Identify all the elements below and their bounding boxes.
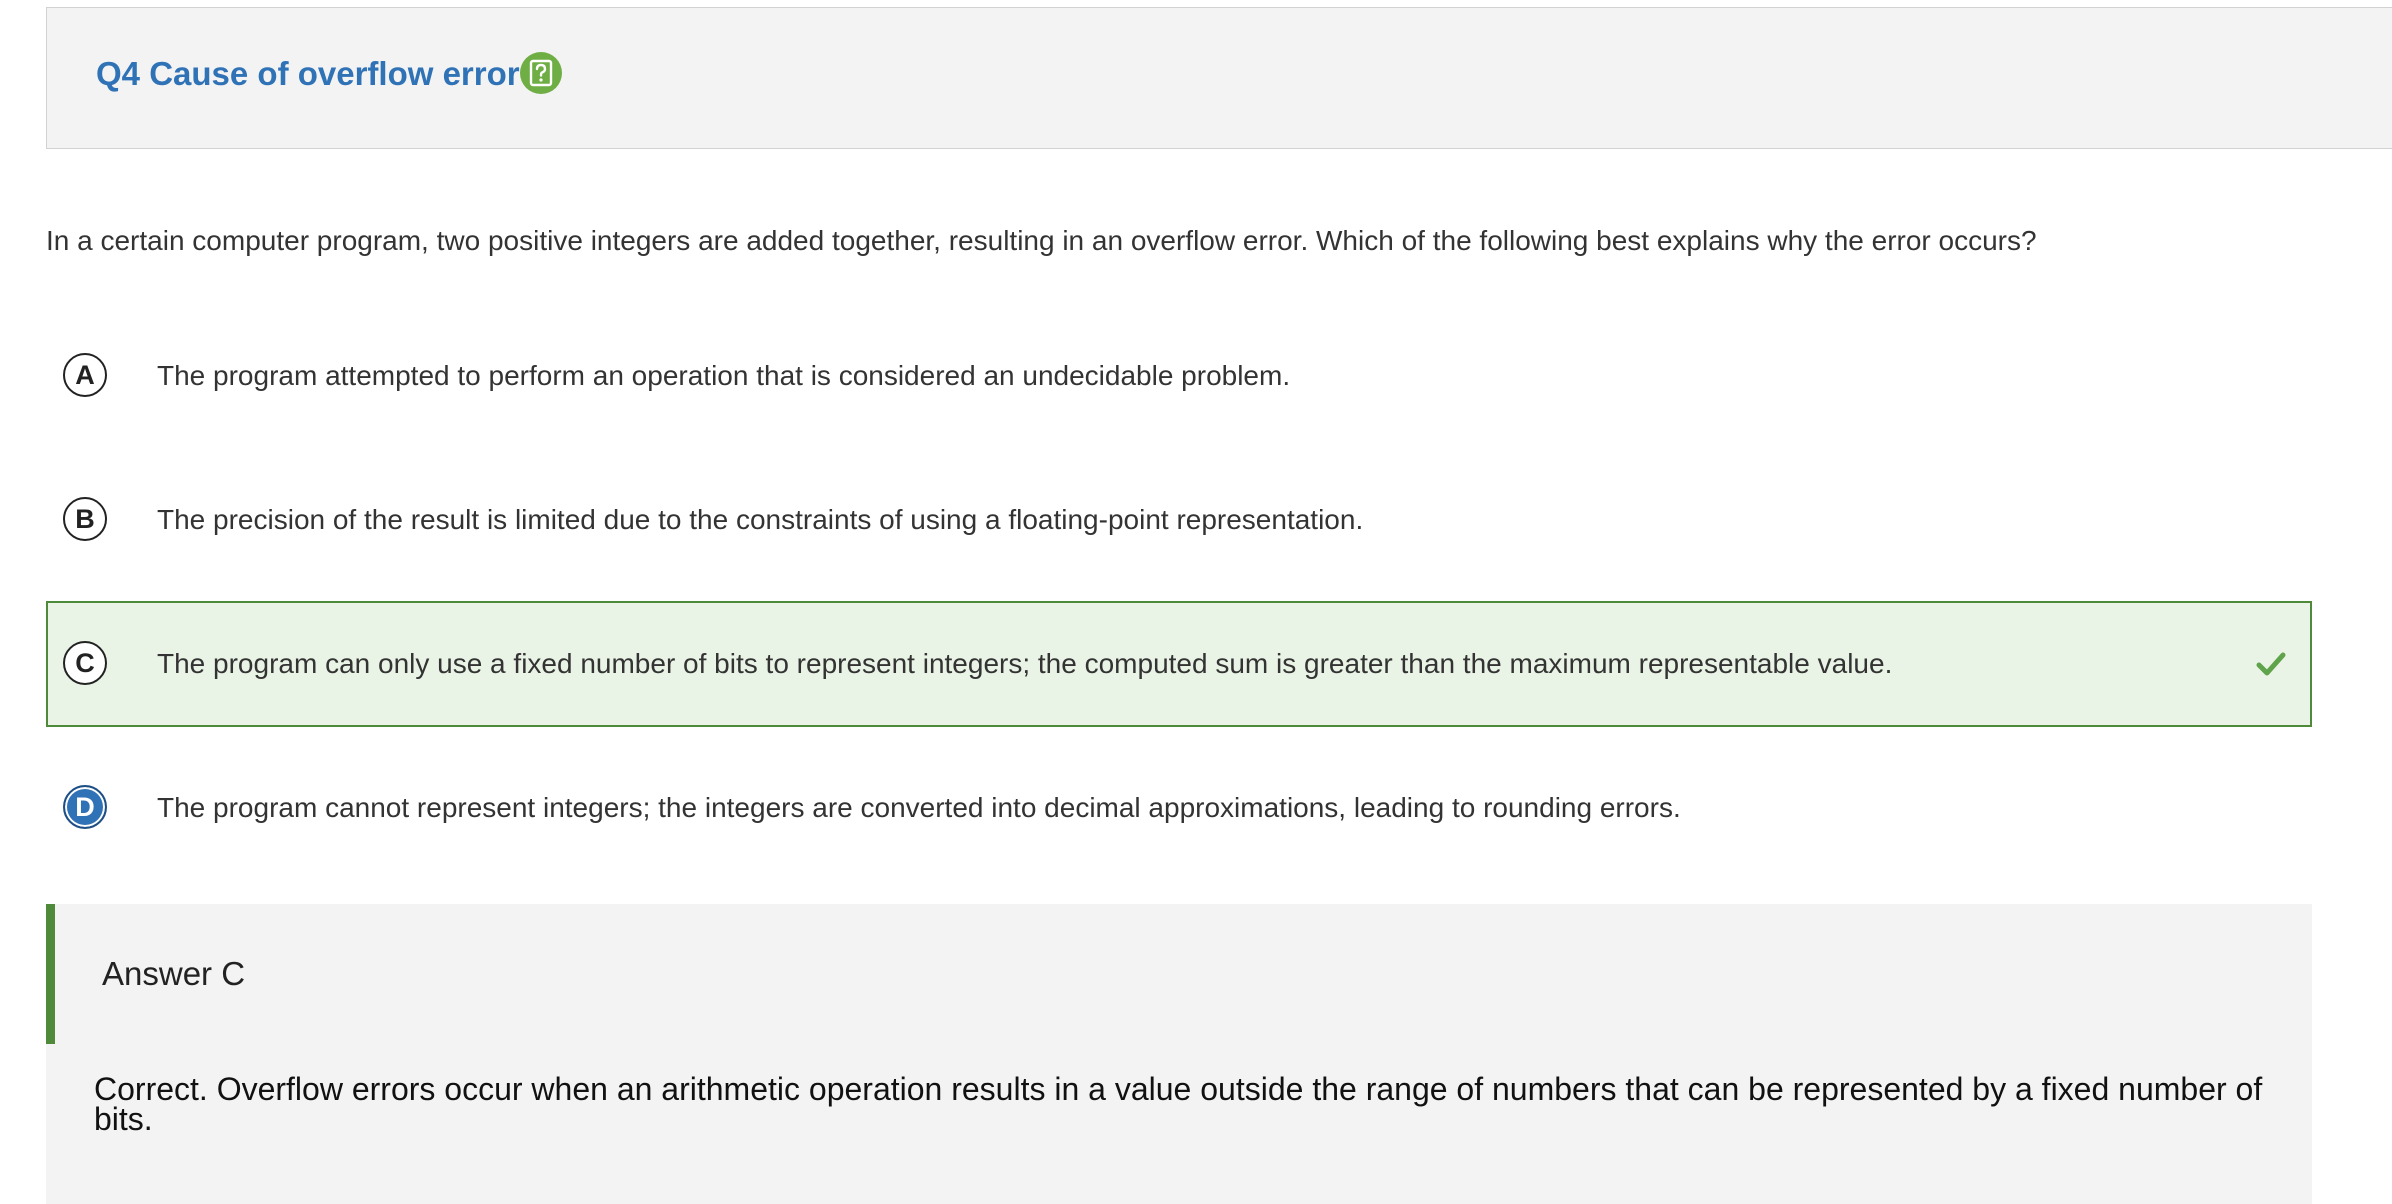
option-text-d: The program cannot represent integers; t…: [157, 792, 1681, 823]
answer-accent-bar: [46, 904, 55, 1044]
option-text-c: The program can only use a fixed number …: [157, 648, 1893, 679]
option-d[interactable]: D The program cannot represent integers;…: [46, 745, 2312, 871]
option-text-a: The program attempted to perform an oper…: [157, 360, 1291, 391]
option-letter-a[interactable]: A: [63, 353, 107, 397]
option-c[interactable]: C The program can only use a fixed numbe…: [46, 601, 2312, 727]
answer-label: Answer C: [102, 955, 246, 992]
option-text-b: The precision of the result is limited d…: [157, 504, 1364, 535]
answer-explanation: Correct. Overflow errors occur when an a…: [94, 1071, 2263, 1137]
option-b[interactable]: B The precision of the result is limited…: [46, 457, 2312, 583]
option-a[interactable]: A The program attempted to perform an op…: [46, 313, 2312, 439]
option-letter-c[interactable]: C: [63, 641, 107, 685]
answer-panel: Answer C Correct. Overflow errors occur …: [46, 904, 2312, 1204]
question-title: Q4 Cause of overflow error: [96, 55, 520, 92]
question-text: In a certain computer program, two posit…: [46, 225, 2037, 256]
option-letter-d[interactable]: D: [63, 785, 107, 829]
help-question-icon[interactable]: [520, 52, 562, 94]
correct-check-icon: [2256, 652, 2286, 676]
option-letter-b[interactable]: B: [63, 497, 107, 541]
